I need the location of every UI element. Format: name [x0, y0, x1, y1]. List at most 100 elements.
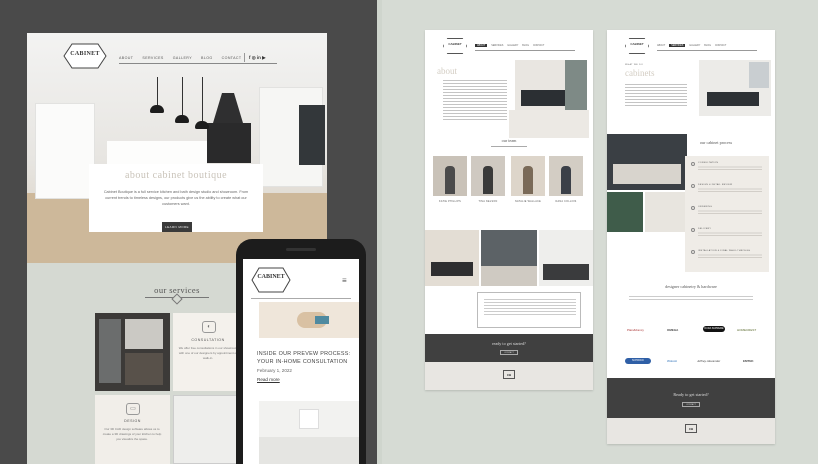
team-photo[interactable]: [511, 156, 545, 196]
testimonial-text: [484, 299, 576, 317]
brand-logo[interactable]: SCHROCK: [625, 358, 651, 364]
cabinets-page-mockup: CABINET ABOUT SERVICES GALLERY BLOG CONT…: [607, 30, 775, 444]
team-title: our team: [501, 138, 517, 143]
footer-logo[interactable]: CB: [685, 424, 697, 433]
mobile-screen: CABINET ≡ INSIDE OUR PREVEW PROCESS: YOU…: [243, 259, 359, 464]
about-text: Cabinet Boutique is a full service kitch…: [103, 190, 249, 206]
team-member-name: KATIE PHILLIPS: [438, 200, 462, 203]
nav-underline: [119, 63, 277, 64]
social-icons[interactable]: f ◎ in ▶: [249, 55, 266, 61]
brand-logo[interactable]: OMEGA: [667, 328, 678, 332]
pendant-light: [202, 77, 203, 121]
team-member-name: DANA COLLINS: [555, 200, 577, 203]
pendant-light: [157, 77, 158, 105]
mini-nav-rule: [657, 50, 757, 51]
brand-logo[interactable]: HOMECREST: [737, 328, 756, 332]
brand-logo[interactable]: EMTEK: [743, 359, 754, 363]
nav-item-gallery[interactable]: GALLERY: [173, 56, 192, 60]
nav-item-services[interactable]: SERVICES: [142, 56, 163, 60]
blog-post-image-kitchen[interactable]: [259, 401, 359, 464]
team-photo[interactable]: [471, 156, 505, 196]
brand-logo[interactable]: Plain&Fancy: [627, 328, 644, 332]
cta-text: Ready to get started?: [673, 392, 709, 397]
footer-logo[interactable]: CB: [503, 370, 515, 379]
service-text: We offer free consultations in our showr…: [178, 346, 238, 360]
nav-item-services[interactable]: SERVICES: [669, 44, 686, 47]
about-title: about cabinet boutique: [124, 170, 228, 181]
nav-item-about[interactable]: ABOUT: [657, 44, 665, 47]
cabinets-photo[interactable]: [607, 192, 643, 232]
nav-item-gallery[interactable]: GALLERY: [507, 44, 518, 47]
brand-logo[interactable]: DURA SUPREME: [703, 326, 725, 332]
nav-divider: [244, 53, 245, 62]
learn-more-button[interactable]: LEARN MORE: [162, 222, 192, 232]
showcase: CABINET ABOUT SERVICES GALLERY BLOG CONT…: [0, 0, 818, 464]
mini-logo-icon: [625, 38, 649, 54]
blog-post-image[interactable]: [259, 302, 359, 338]
read-more-link[interactable]: Read more: [257, 377, 280, 382]
service-text: Our 3D CAD design software allows us to …: [102, 427, 162, 441]
brand-logo[interactable]: CABINET: [63, 43, 107, 69]
mobile-logo[interactable]: CABINET: [251, 267, 291, 293]
main-nav: ABOUT SERVICES GALLERY BLOG CONTACT: [119, 56, 242, 60]
nav-item-about[interactable]: ABOUT: [119, 56, 133, 60]
blog-post-headline[interactable]: INSIDE OUR PREVEW PROCESS: YOUR IN-HOME …: [257, 350, 355, 366]
service-photo-cad-drawing: [173, 395, 243, 464]
cta-text: ready to get started?: [492, 341, 526, 346]
hero-backsplash: [207, 123, 251, 163]
nav-item-blog[interactable]: BLOG: [201, 56, 213, 60]
designer-title: designer cabinetry & hardware: [665, 284, 717, 289]
tape-measure-icon: ◐: [202, 321, 216, 333]
page-footer: CB: [607, 418, 775, 444]
cabinets-body-text: [625, 84, 687, 108]
designer-text: [629, 296, 753, 302]
team-photo[interactable]: [433, 156, 467, 196]
phone-speaker: [286, 248, 316, 251]
service-card-consultation[interactable]: ◐ CONSULTATION We offer free consultatio…: [173, 313, 243, 391]
nav-item-about[interactable]: ABOUT: [475, 44, 488, 47]
nav-item-contact[interactable]: CONTACT: [533, 44, 544, 47]
about-kitchen-photo: [515, 60, 587, 116]
nav-item-contact[interactable]: CONTACT: [222, 56, 242, 60]
right-panel: CABINET ABOUT SERVICES GALLERY BLOG CONT…: [382, 0, 818, 464]
hero-range-hood: [213, 93, 243, 123]
brand-logo[interactable]: Jeffrey Alexander: [697, 359, 720, 363]
mini-logo-text: CABINET: [630, 42, 644, 46]
nav-item-gallery[interactable]: GALLERY: [689, 44, 700, 47]
pendant-light-shade: [195, 121, 209, 129]
gallery-photo[interactable]: [481, 230, 537, 286]
logo-hexagon-icon: [251, 267, 291, 293]
mini-logo-icon: [443, 38, 467, 54]
cta-contact-button[interactable]: CONTACT: [500, 350, 518, 355]
about-page-title: about: [437, 66, 457, 76]
left-panel: CABINET ABOUT SERVICES GALLERY BLOG CONT…: [0, 0, 377, 464]
team-photo[interactable]: [549, 156, 583, 196]
cabinets-page-title: cabinets: [625, 68, 655, 78]
cta-contact-button[interactable]: CONTACT: [682, 402, 700, 407]
nav-item-services[interactable]: SERVICES: [491, 44, 503, 47]
hamburger-menu-icon[interactable]: ≡: [342, 276, 347, 285]
cabinets-photo[interactable]: [645, 192, 687, 232]
brand-logo[interactable]: Wolcott: [667, 359, 677, 363]
gallery-photo[interactable]: [539, 230, 593, 286]
service-label: DESIGN: [124, 419, 141, 423]
mini-nav-rule: [475, 50, 575, 51]
about-body-text: [443, 80, 507, 122]
nav-item-contact[interactable]: CONTACT: [715, 44, 726, 47]
page-footer: CB: [425, 362, 593, 390]
nav-item-blog[interactable]: BLOG: [522, 44, 529, 47]
service-card-design[interactable]: ▭ DESIGN Our 3D CAD design software allo…: [95, 395, 170, 464]
hero-window: [299, 105, 325, 165]
team-member-name: NATALIE WALLACE: [514, 200, 542, 203]
nav-item-blog[interactable]: BLOG: [704, 44, 711, 47]
process-title: our cabinet process: [699, 140, 733, 145]
monitor-icon: ▭: [126, 403, 140, 415]
logo-text: CABINET: [70, 51, 100, 57]
about-photo-shadow: [509, 110, 589, 138]
cta-band: Ready to get started? CONTACT: [607, 378, 775, 418]
mini-nav: ABOUT SERVICES GALLERY BLOG CONTACT: [475, 44, 544, 47]
process-list: CONSULTATION DESIGN & DETAIL REVIEW ORDE…: [685, 156, 769, 272]
hero-cabinets-left: [35, 103, 95, 199]
gallery-photo[interactable]: [425, 230, 479, 286]
service-label: CONSULTATION: [191, 338, 225, 342]
